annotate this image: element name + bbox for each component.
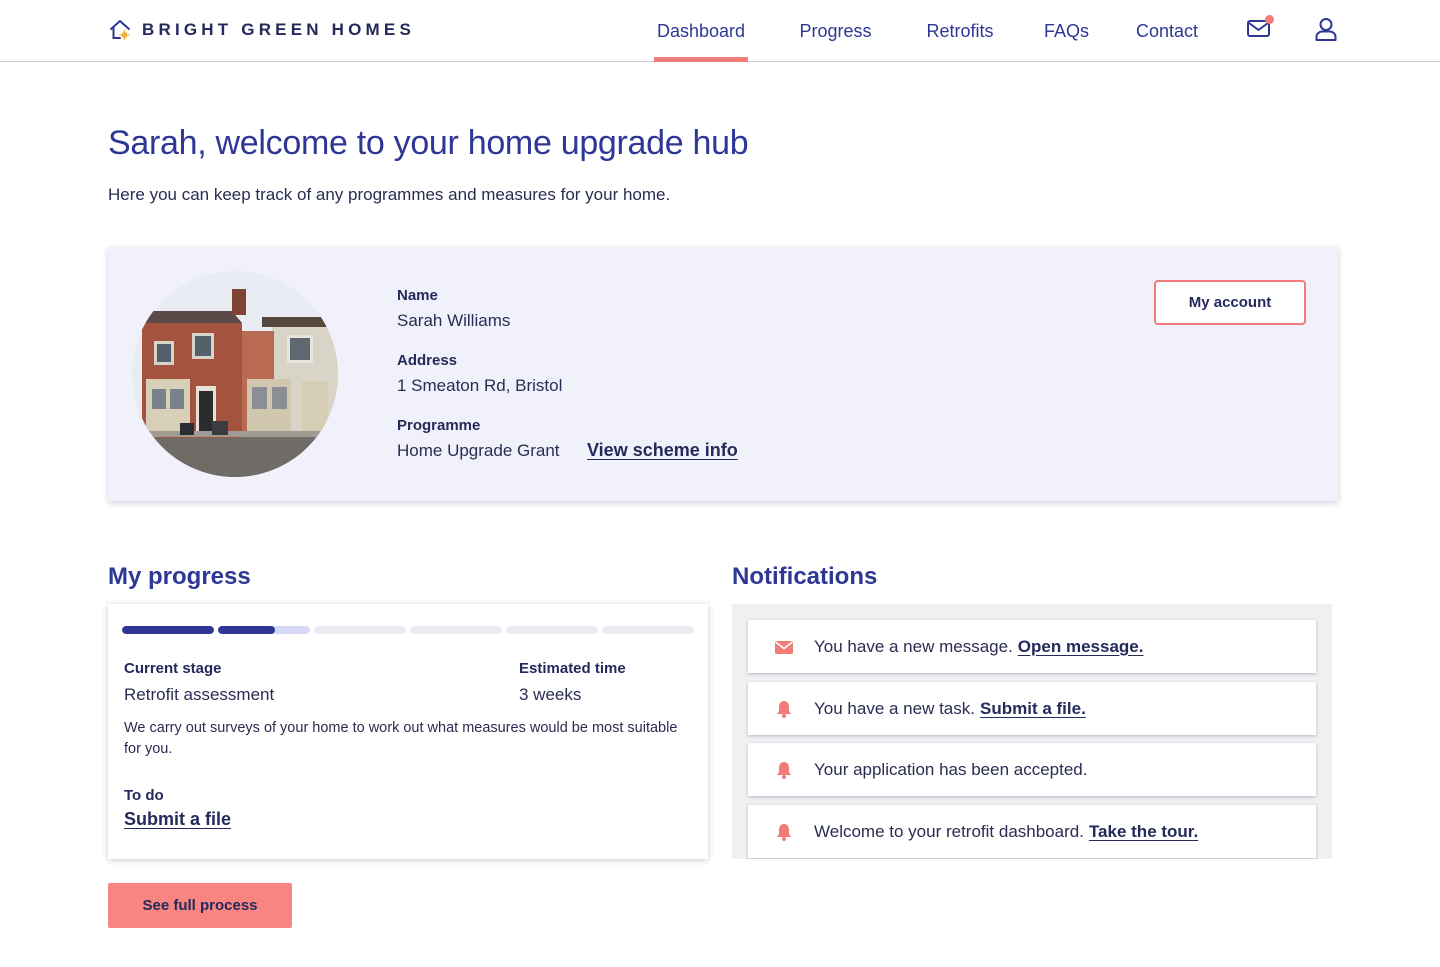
- notification-item: You have a new task. Submit a file.: [748, 682, 1316, 735]
- user-icon: [1315, 18, 1337, 41]
- notification-text: You have a new task.: [814, 698, 975, 718]
- bell-icon: [777, 700, 791, 718]
- brand-logo-link[interactable]: BRIGHT GREEN HOMES: [108, 18, 415, 42]
- progress-section-title: My progress: [108, 563, 251, 590]
- my-account-button[interactable]: My account: [1154, 280, 1306, 325]
- progress-step: [122, 626, 214, 634]
- current-stage-label: Current stage: [124, 660, 222, 677]
- notification-text: Welcome to your retrofit dashboard.: [814, 821, 1084, 841]
- current-stage-value: Retrofit assessment: [124, 685, 275, 704]
- submit-file-notification-link[interactable]: Submit a file.: [980, 699, 1086, 719]
- nav-progress[interactable]: Progress: [792, 0, 879, 62]
- house-photo: [132, 271, 338, 477]
- page-subtitle: Here you can keep track of any programme…: [108, 185, 671, 204]
- site-header: BRIGHT GREEN HOMES Dashboard Progress Re…: [0, 0, 1440, 62]
- notification-item: You have a new message. Open message.: [748, 620, 1316, 673]
- nav-contact[interactable]: Contact: [1128, 0, 1206, 62]
- progress-step: [602, 626, 694, 634]
- nav-dashboard[interactable]: Dashboard: [654, 0, 748, 62]
- name-label: Name: [397, 287, 438, 304]
- programme-value: Home Upgrade Grant: [397, 441, 560, 460]
- submit-file-link[interactable]: Submit a file: [124, 809, 231, 830]
- progress-step: [218, 626, 310, 634]
- progress-step: [314, 626, 406, 634]
- see-full-process-button[interactable]: See full process: [108, 883, 292, 928]
- notifications-panel[interactable]: You have a new message. Open message. Yo…: [732, 604, 1332, 859]
- bell-icon: [777, 823, 791, 841]
- bell-icon: [777, 761, 791, 779]
- house-icon: [110, 20, 130, 41]
- address-label: Address: [397, 352, 458, 369]
- profile-card: Name Sarah Williams Address 1 Smeaton Rd…: [108, 247, 1338, 501]
- name-value: Sarah Williams: [397, 311, 511, 330]
- view-scheme-info-link[interactable]: View scheme info: [587, 440, 738, 461]
- stage-description: We carry out surveys of your home to wor…: [124, 720, 678, 757]
- brand-name: BRIGHT GREEN HOMES: [142, 20, 416, 39]
- todo-label: To do: [124, 787, 164, 804]
- estimated-time-label: Estimated time: [519, 660, 626, 677]
- open-message-link[interactable]: Open message.: [1018, 637, 1144, 657]
- notifications-section-title: Notifications: [732, 563, 878, 590]
- nav-faqs[interactable]: FAQs: [1039, 0, 1094, 62]
- estimated-time-value: 3 weeks: [519, 685, 582, 704]
- nav-retrofits[interactable]: Retrofits: [918, 0, 1002, 62]
- page-title: Sarah, welcome to your home upgrade hub: [108, 124, 749, 162]
- envelope-icon: [775, 640, 793, 654]
- programme-label: Programme: [397, 417, 481, 434]
- progress-step: [410, 626, 502, 634]
- notification-item: Your application has been accepted.: [748, 743, 1316, 796]
- account-menu-button[interactable]: [1313, 16, 1339, 42]
- progress-stepper: [122, 626, 694, 634]
- address-value: 1 Smeaton Rd, Bristol: [397, 376, 563, 395]
- progress-card: Current stage Retrofit assessment Estima…: [108, 604, 708, 859]
- notification-item: Welcome to your retrofit dashboard. Take…: [748, 805, 1316, 858]
- progress-step: [506, 626, 598, 634]
- take-the-tour-link[interactable]: Take the tour.: [1089, 822, 1198, 842]
- notification-text: You have a new message.: [814, 636, 1013, 656]
- mail-button[interactable]: [1246, 15, 1274, 42]
- unread-badge: [1265, 15, 1274, 24]
- notification-text: Your application has been accepted.: [814, 759, 1088, 779]
